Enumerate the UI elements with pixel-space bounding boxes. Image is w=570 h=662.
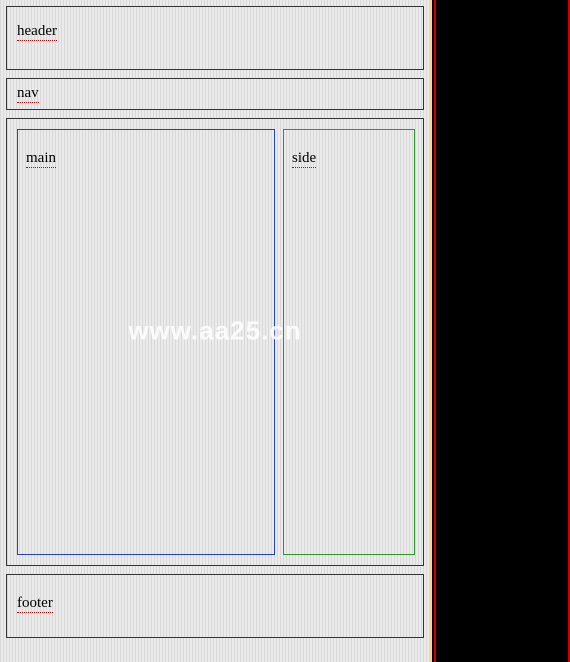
page-container: header nav main side footer www.aa25.cn bbox=[0, 0, 432, 662]
main-region: main bbox=[17, 129, 275, 555]
side-region: side bbox=[283, 129, 415, 555]
header-region: header bbox=[6, 6, 424, 70]
main-label: main bbox=[26, 150, 56, 168]
nav-label: nav bbox=[17, 85, 39, 103]
side-label: side bbox=[292, 150, 316, 168]
header-label: header bbox=[17, 23, 57, 41]
nav-region: nav bbox=[6, 78, 424, 110]
right-red-strip bbox=[434, 0, 570, 662]
content-region: main side bbox=[6, 118, 424, 566]
footer-region: footer bbox=[6, 574, 424, 638]
footer-label: footer bbox=[17, 595, 53, 613]
